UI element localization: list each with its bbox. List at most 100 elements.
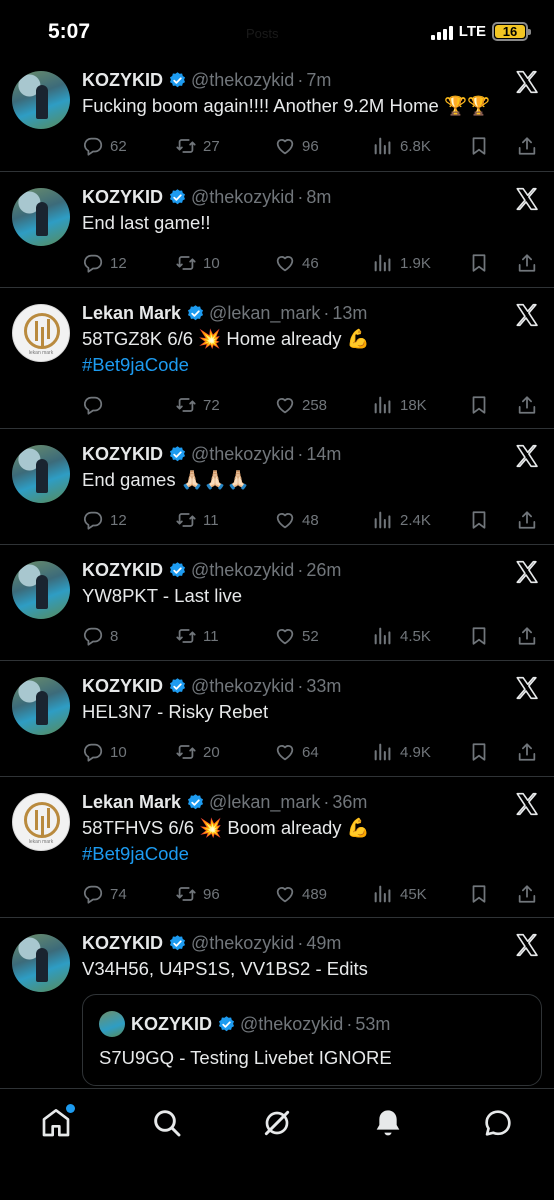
author-handle[interactable]: @lekan_mark — [209, 303, 320, 324]
author-name[interactable]: KOZYKID — [82, 70, 163, 91]
hashtag-link[interactable]: #Bet9jaCode — [82, 352, 540, 378]
reply-button[interactable]: 12 — [82, 252, 127, 274]
nav-notifications-button[interactable] — [372, 1107, 404, 1139]
author-handle[interactable]: @thekozykid — [191, 70, 294, 91]
author-name[interactable]: Lekan Mark — [82, 792, 181, 813]
bookmark-button[interactable] — [468, 741, 490, 763]
retweet-button[interactable]: 96 — [175, 883, 220, 905]
avatar[interactable] — [12, 677, 70, 735]
post-time[interactable]: 14m — [306, 444, 341, 465]
tweet[interactable]: KOZYKID @thekozykid · 49m V34H56, U4PS1S, VV… — [0, 918, 554, 1098]
author-name[interactable]: KOZYKID — [82, 676, 163, 697]
post-time[interactable]: 49m — [306, 933, 341, 954]
author-name[interactable]: Lekan Mark — [82, 303, 181, 324]
retweet-button[interactable]: 10 — [175, 252, 220, 274]
like-button[interactable]: 489 — [274, 883, 327, 905]
reply-button[interactable]: 12 — [82, 509, 127, 531]
bookmark-button[interactable] — [468, 625, 490, 647]
views-button[interactable]: 1.9K — [372, 252, 431, 274]
avatar[interactable] — [12, 445, 70, 503]
tweet[interactable]: KOZYKID @thekozykid · 14m End games 🙏🏻🙏🏻🙏🏻 12… — [0, 429, 554, 545]
author-handle[interactable]: @thekozykid — [191, 933, 294, 954]
nav-grok-button[interactable] — [261, 1107, 293, 1139]
share-button[interactable] — [516, 135, 538, 157]
retweet-button[interactable]: 27 — [175, 135, 220, 157]
reply-button[interactable]: 10 — [82, 741, 127, 763]
bookmark-button[interactable] — [468, 509, 490, 531]
retweet-button[interactable]: 11 — [175, 625, 219, 647]
bookmark-button[interactable] — [468, 252, 490, 274]
like-button[interactable]: 52 — [274, 625, 319, 647]
reply-button[interactable] — [82, 394, 110, 416]
like-button[interactable]: 64 — [274, 741, 319, 763]
tweet[interactable]: KOZYKID @thekozykid · 26m YW8PKT - Last live… — [0, 545, 554, 661]
avatar[interactable] — [12, 934, 70, 992]
tweet[interactable]: KOZYKID @thekozykid · 7m Fucking boom again!… — [0, 55, 554, 172]
nav-home-button[interactable] — [40, 1104, 75, 1139]
tweet[interactable]: lekan mark Lekan Mark @lekan_mark · 36m 58TFH… — [0, 777, 554, 918]
avatar[interactable] — [12, 561, 70, 619]
like-button[interactable]: 46 — [274, 252, 319, 274]
tweet-actions: 8 11 52 4.5K — [82, 625, 542, 651]
share-button[interactable] — [516, 883, 538, 905]
author-handle[interactable]: @thekozykid — [191, 676, 294, 697]
hashtag-link[interactable]: #Bet9jaCode — [82, 841, 540, 867]
reply-button[interactable]: 74 — [82, 883, 127, 905]
author-name[interactable]: KOZYKID — [82, 444, 163, 465]
avatar[interactable]: lekan mark — [12, 793, 70, 851]
nav-messages-button[interactable] — [482, 1107, 514, 1139]
quoted-tweet[interactable]: KOZYKID @thekozykid · 53m S7U9GQ - Testing L… — [82, 994, 542, 1086]
views-button[interactable]: 2.4K — [372, 509, 431, 531]
reply-button[interactable]: 62 — [82, 135, 127, 157]
author-name[interactable]: KOZYKID — [82, 933, 163, 954]
share-button[interactable] — [516, 625, 538, 647]
share-button[interactable] — [516, 252, 538, 274]
nav-search-button[interactable] — [151, 1107, 183, 1139]
author-handle[interactable]: @thekozykid — [191, 187, 294, 208]
like-button[interactable]: 258 — [274, 394, 327, 416]
retweet-button[interactable]: 11 — [175, 509, 219, 531]
share-icon — [518, 885, 536, 903]
post-time[interactable]: 13m — [332, 303, 367, 324]
avatar[interactable] — [12, 71, 70, 129]
more-options-button[interactable] — [514, 302, 540, 328]
more-options-button[interactable] — [514, 443, 540, 469]
post-time[interactable]: 26m — [306, 560, 341, 581]
views-button[interactable]: 18K — [372, 394, 427, 416]
post-time[interactable]: 36m — [332, 792, 367, 813]
share-button[interactable] — [516, 394, 538, 416]
more-options-button[interactable] — [514, 675, 540, 701]
views-button[interactable]: 45K — [372, 883, 427, 905]
avatar[interactable] — [12, 188, 70, 246]
author-name[interactable]: KOZYKID — [82, 187, 163, 208]
more-options-button[interactable] — [514, 791, 540, 817]
views-button[interactable]: 4.5K — [372, 625, 431, 647]
author-handle[interactable]: @thekozykid — [191, 560, 294, 581]
like-button[interactable]: 96 — [274, 135, 319, 157]
tweet[interactable]: KOZYKID @thekozykid · 33m HEL3N7 - Risky Reb… — [0, 661, 554, 777]
more-options-button[interactable] — [514, 559, 540, 585]
more-options-button[interactable] — [514, 186, 540, 212]
retweet-button[interactable]: 72 — [175, 394, 220, 416]
author-handle[interactable]: @thekozykid — [191, 444, 294, 465]
bookmark-button[interactable] — [468, 394, 490, 416]
retweet-button[interactable]: 20 — [175, 741, 220, 763]
post-time[interactable]: 33m — [306, 676, 341, 697]
avatar[interactable]: lekan mark — [12, 304, 70, 362]
post-time[interactable]: 7m — [306, 70, 331, 91]
tweet[interactable]: lekan mark Lekan Mark @lekan_mark · 13m 58TGZ… — [0, 288, 554, 429]
reply-button[interactable]: 8 — [82, 625, 118, 647]
like-button[interactable]: 48 — [274, 509, 319, 531]
post-time[interactable]: 8m — [306, 187, 331, 208]
views-button[interactable]: 4.9K — [372, 741, 431, 763]
share-button[interactable] — [516, 741, 538, 763]
bookmark-button[interactable] — [468, 883, 490, 905]
bookmark-button[interactable] — [468, 135, 490, 157]
tweet[interactable]: KOZYKID @thekozykid · 8m End last game!! 12 10… — [0, 172, 554, 288]
author-name[interactable]: KOZYKID — [82, 560, 163, 581]
author-handle[interactable]: @lekan_mark — [209, 792, 320, 813]
share-button[interactable] — [516, 509, 538, 531]
more-options-button[interactable] — [514, 932, 540, 958]
more-options-button[interactable] — [514, 69, 540, 95]
views-button[interactable]: 6.8K — [372, 135, 431, 157]
